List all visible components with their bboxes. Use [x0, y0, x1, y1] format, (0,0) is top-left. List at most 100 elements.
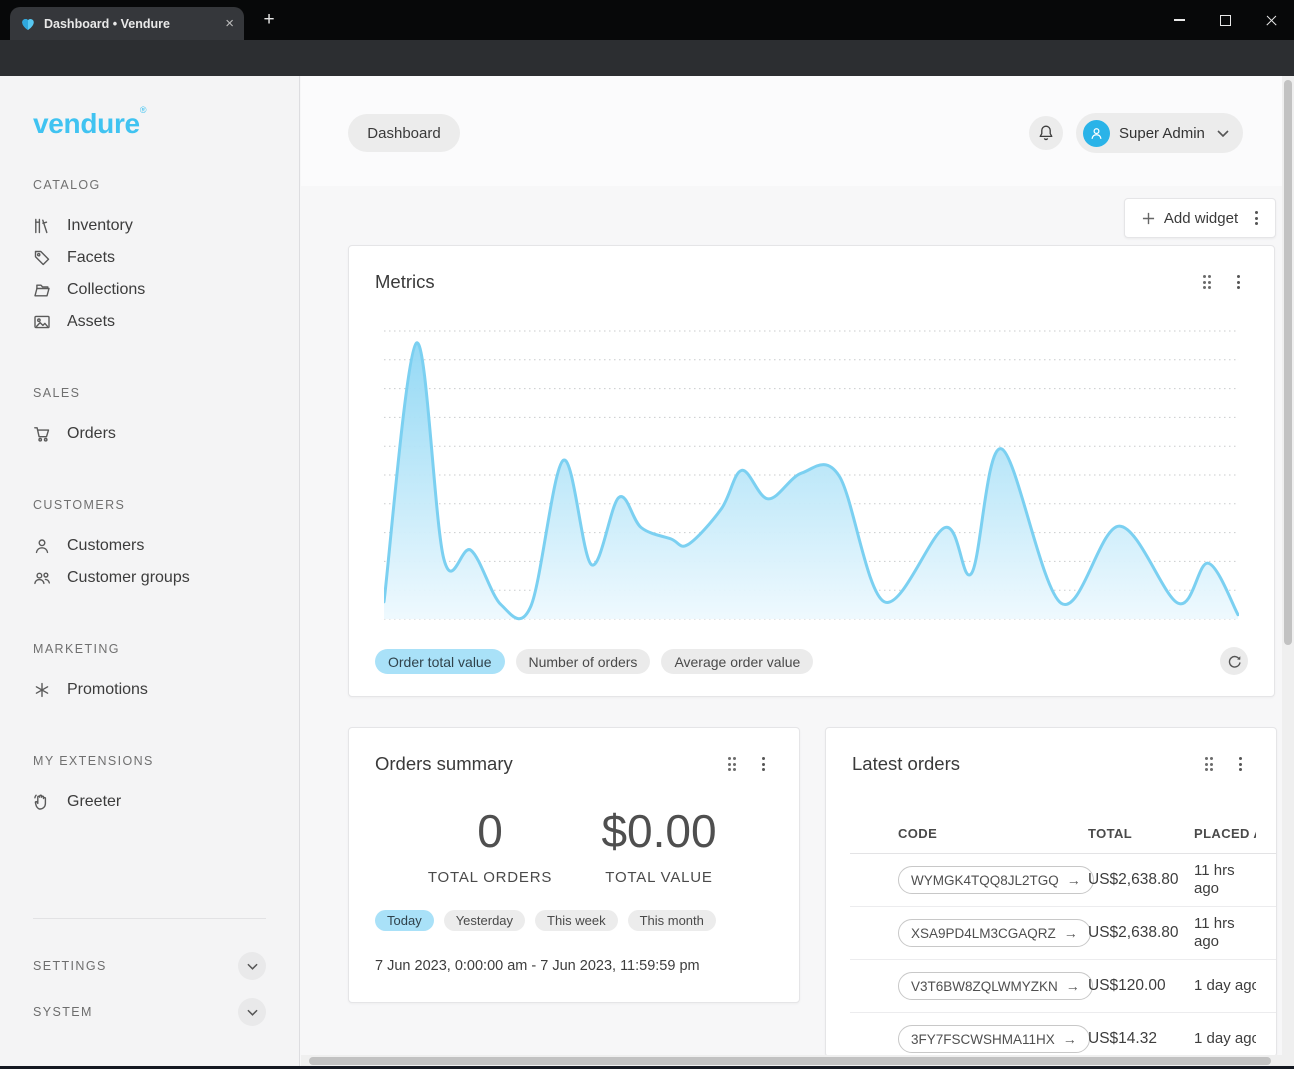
- orders-icon: [33, 425, 51, 443]
- vendure-favicon-icon: [20, 16, 36, 32]
- metric-tag-order-total-value[interactable]: Order total value: [375, 649, 505, 674]
- sidebar-item-collections[interactable]: Collections: [33, 274, 266, 306]
- metric-tag-average-order-value[interactable]: Average order value: [661, 649, 813, 674]
- collections-icon: [33, 281, 51, 299]
- sidebar-section-label: CATALOG: [33, 178, 266, 194]
- total-orders-label: TOTAL ORDERS: [410, 869, 570, 886]
- admin-page: vendure® CATALOG Inventory Facets Collectio…: [0, 76, 1294, 1067]
- order-total: US$2,638.80: [1088, 924, 1194, 942]
- sidebar-item-customers[interactable]: Customers: [33, 530, 266, 562]
- vendure-logo[interactable]: vendure®: [33, 105, 146, 140]
- order-code-chip[interactable]: V3T6BW8ZQLWMYZKN →: [898, 972, 1093, 1000]
- add-widget-button[interactable]: Add widget: [1124, 198, 1276, 238]
- customers-icon: [33, 537, 51, 555]
- total-value-stat: $0.00 TOTAL VALUE: [579, 808, 739, 886]
- range-tab-this-week[interactable]: This week: [535, 910, 618, 931]
- user-menu[interactable]: Super Admin: [1076, 113, 1243, 153]
- vertical-scrollbar[interactable]: [1282, 76, 1294, 1067]
- sidebar-collapsed-groups: SETTINGS SYSTEM: [33, 946, 266, 1038]
- order-code-chip[interactable]: WYMGK4TQQ8JL2TGQ→: [898, 866, 1094, 894]
- drag-handle-icon[interactable]: [1205, 757, 1214, 771]
- widget-menu-icon[interactable]: [1239, 757, 1242, 771]
- tab-close-icon[interactable]: ×: [225, 16, 234, 31]
- order-total: US$14.32: [1088, 1030, 1194, 1048]
- arrow-right-icon: →: [1066, 978, 1080, 994]
- add-widget-menu-icon[interactable]: [1255, 211, 1258, 225]
- horizontal-scrollbar-thumb[interactable]: [309, 1057, 1271, 1065]
- arrow-right-icon: →: [1064, 925, 1078, 941]
- user-name: Super Admin: [1119, 125, 1217, 142]
- sidebar-group-settings[interactable]: SETTINGS: [33, 946, 266, 986]
- sidebar-item-customer-groups[interactable]: Customer groups: [33, 562, 266, 594]
- sidebar-item-orders[interactable]: Orders: [33, 418, 266, 450]
- sidebar-item-label: Customers: [67, 537, 144, 555]
- new-tab-button[interactable]: +: [258, 9, 280, 31]
- sidebar-nav: CATALOG Inventory Facets Collections Assets S…: [33, 178, 266, 818]
- order-row: 3FY7FSCWSHMA11HX → US$14.321 day ago: [850, 1013, 1276, 1057]
- latest-orders-widget: Latest orders CODETOTALPLACED ATWYMGK4TQ…: [825, 727, 1277, 1057]
- drag-handle-icon[interactable]: [728, 757, 737, 771]
- sidebar-group-label: SYSTEM: [33, 1005, 93, 1019]
- range-tab-this-month[interactable]: This month: [628, 910, 716, 931]
- order-code-text: 3FY7FSCWSHMA11HX: [911, 1032, 1055, 1047]
- order-placed-at: 1 day ago: [1194, 1030, 1256, 1048]
- facets-icon: [33, 249, 51, 267]
- order-total: US$2,638.80: [1088, 871, 1194, 889]
- order-code-text: WYMGK4TQQ8JL2TGQ: [911, 873, 1059, 888]
- expand-button[interactable]: [238, 952, 266, 980]
- sidebar-item-greeter[interactable]: Greeter: [33, 786, 266, 818]
- total-orders-value: 0: [410, 808, 570, 854]
- vertical-scrollbar-thumb[interactable]: [1284, 80, 1292, 645]
- chevron-down-icon: [247, 963, 258, 970]
- notifications-button[interactable]: [1029, 116, 1063, 150]
- sidebar-item-label: Facets: [67, 249, 115, 267]
- breadcrumb[interactable]: Dashboard: [348, 114, 460, 152]
- sidebar-section-label: CUSTOMERS: [33, 498, 266, 514]
- order-code-chip[interactable]: 3FY7FSCWSHMA11HX →: [898, 1025, 1090, 1053]
- metric-tag-number-of-orders[interactable]: Number of orders: [516, 649, 651, 674]
- order-row: V3T6BW8ZQLWMYZKN→US$120.001 day ago: [850, 960, 1276, 1013]
- sidebar-group-system[interactable]: SYSTEM: [33, 992, 266, 1032]
- browser-window: Dashboard • Vendure × + ! localhost:3000…: [0, 0, 1294, 1069]
- order-row: WYMGK4TQQ8JL2TGQ→US$2,638.8011 hrs ago: [850, 854, 1276, 907]
- bell-icon: [1037, 124, 1055, 142]
- window-controls: [1156, 0, 1294, 40]
- expand-button[interactable]: [238, 998, 266, 1026]
- minimize-button[interactable]: [1156, 0, 1202, 40]
- sidebar-item-label: Customer groups: [67, 569, 190, 587]
- refresh-button[interactable]: [1220, 647, 1248, 675]
- metrics-widget: Metrics: [348, 245, 1275, 697]
- close-button[interactable]: [1248, 0, 1294, 40]
- sidebar-item-label: Promotions: [67, 681, 148, 699]
- sidebar-item-promotions[interactable]: Promotions: [33, 674, 266, 706]
- browser-tab-active[interactable]: Dashboard • Vendure ×: [10, 7, 244, 40]
- order-placed-at: 11 hrs ago: [1194, 915, 1256, 951]
- sidebar: vendure® CATALOG Inventory Facets Collectio…: [0, 76, 300, 1067]
- order-code-text: XSA9PD4LM3CGAQRZ: [911, 926, 1056, 941]
- total-value-label: TOTAL VALUE: [579, 869, 739, 886]
- arrow-right-icon: →: [1063, 1031, 1077, 1047]
- browser-tab-bar: Dashboard • Vendure × +: [0, 0, 1294, 40]
- sidebar-item-label: Collections: [67, 281, 145, 299]
- chevron-down-icon: [247, 1009, 258, 1016]
- sidebar-item-label: Orders: [67, 425, 116, 443]
- widget-menu-icon[interactable]: [1237, 275, 1240, 289]
- sidebar-section-sales: SALES Orders: [33, 386, 266, 450]
- column-header-total: TOTAL: [1088, 826, 1194, 841]
- sidebar-item-assets[interactable]: Assets: [33, 306, 266, 338]
- widget-menu-icon[interactable]: [762, 757, 765, 771]
- order-code-chip[interactable]: XSA9PD4LM3CGAQRZ →: [898, 919, 1091, 947]
- sidebar-item-facets[interactable]: Facets: [33, 242, 266, 274]
- order-code-text: V3T6BW8ZQLWMYZKN: [911, 979, 1058, 994]
- table-header-row: CODETOTALPLACED AT: [850, 813, 1276, 854]
- drag-handle-icon[interactable]: [1203, 275, 1212, 289]
- sidebar-item-inventory[interactable]: Inventory: [33, 210, 266, 242]
- range-tab-yesterday[interactable]: Yesterday: [444, 910, 525, 931]
- maximize-button[interactable]: [1202, 0, 1248, 40]
- order-code-cell: V3T6BW8ZQLWMYZKN →: [898, 972, 1088, 1000]
- metrics-title: Metrics: [375, 271, 1203, 293]
- order-row: XSA9PD4LM3CGAQRZ → US$2,638.8011 hrs ago: [850, 907, 1276, 960]
- date-range-tabs: Today Yesterday This week This month: [375, 910, 716, 931]
- sidebar-section-label: SALES: [33, 386, 266, 402]
- range-tab-today[interactable]: Today: [375, 910, 434, 931]
